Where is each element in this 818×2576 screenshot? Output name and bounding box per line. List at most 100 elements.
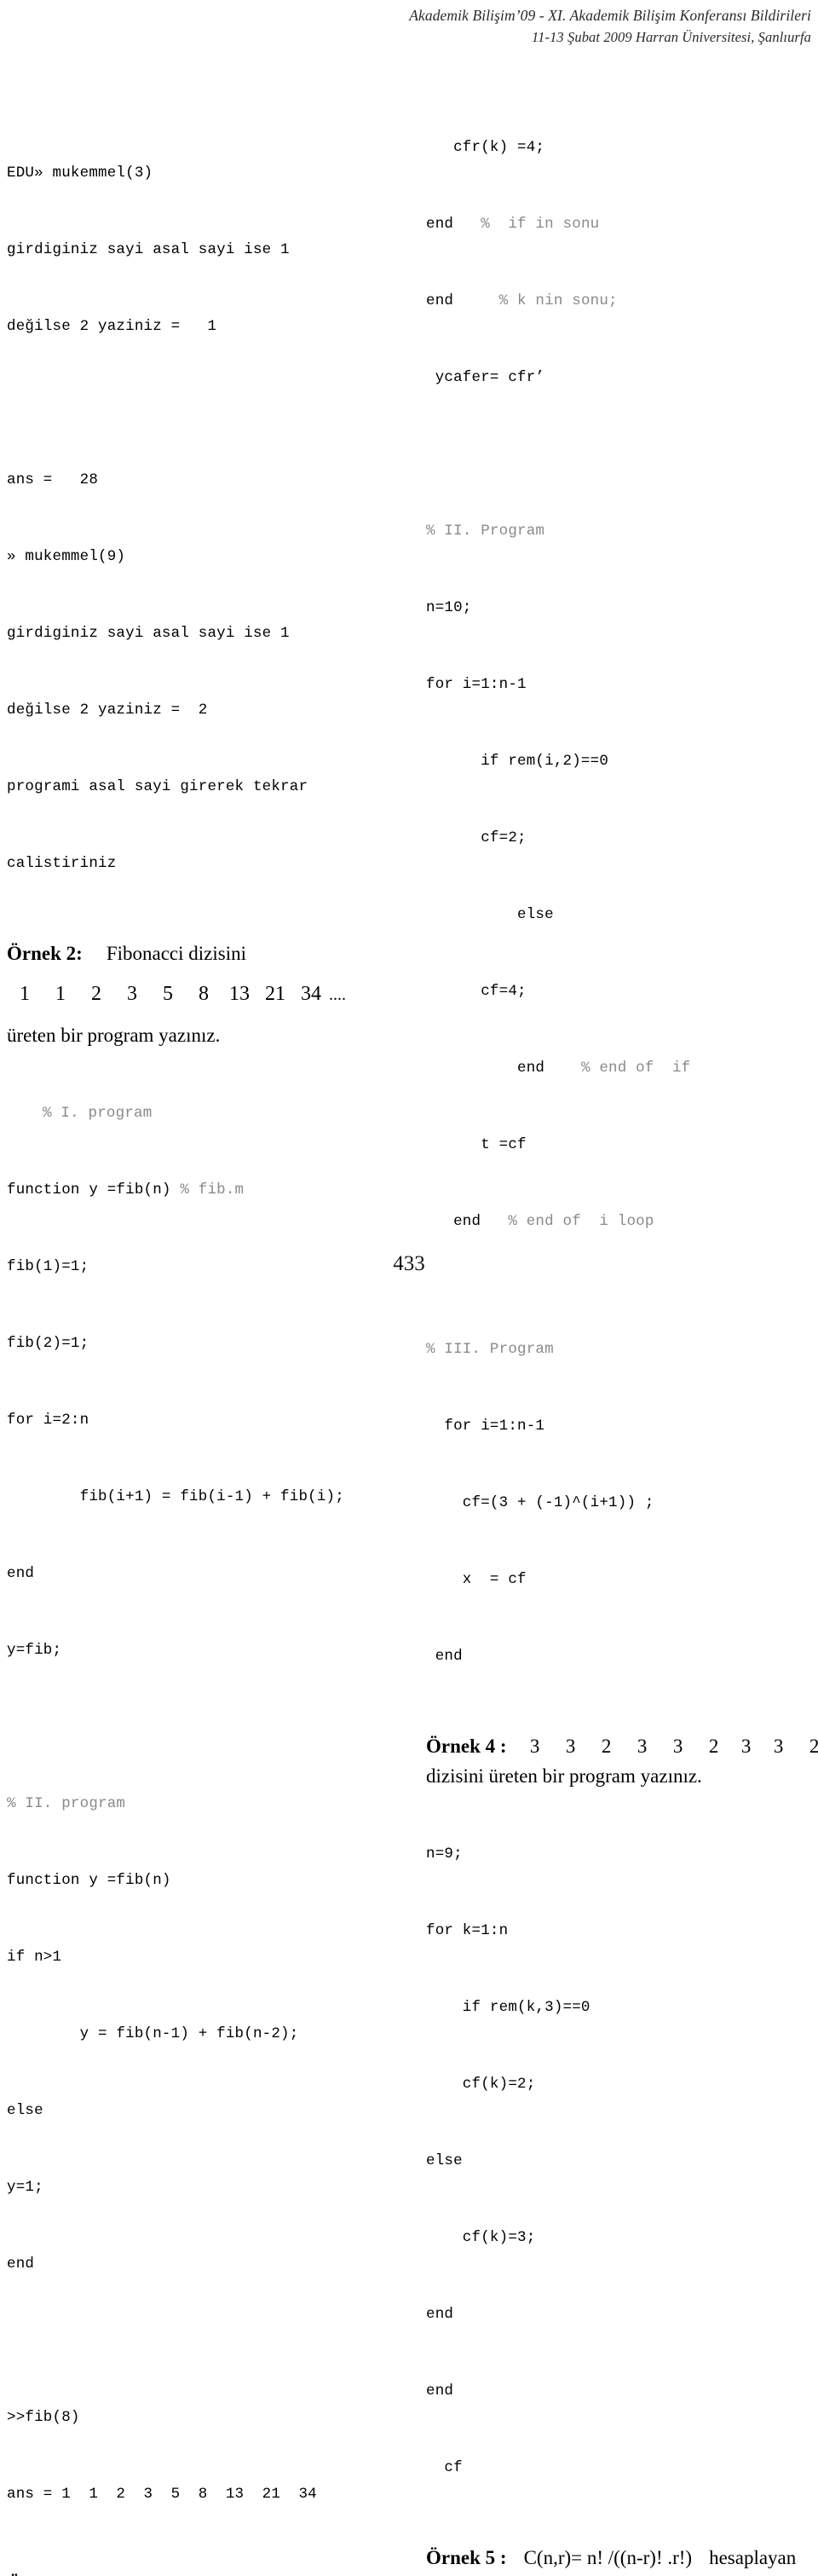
seq-value: 4 <box>170 2570 205 2576</box>
code-line: end <box>7 1565 35 1582</box>
code-line: for i=2:n <box>7 1412 89 1429</box>
code-line: else <box>426 2152 463 2169</box>
code-line: ans = 28 <box>7 471 99 488</box>
seq-value: 2 <box>601 1736 612 1757</box>
code-line: n=9; <box>426 1845 463 1863</box>
seq-tail: .... <box>329 985 346 1004</box>
seq-value: 3 <box>672 1736 683 1757</box>
code-comment: % III. Program <box>426 1341 554 1358</box>
seq-value: 3 <box>773 1736 784 1757</box>
code-line: EDU» mukemmel(3) <box>7 165 153 182</box>
code-line: function y =fib(n) <box>7 1872 171 1889</box>
seq-value: 34 <box>301 983 321 1005</box>
code-line: x = cf <box>426 1571 527 1588</box>
page-columns: EDU» mukemmel(3) girdiginiz sayi asal sa… <box>0 109 818 2576</box>
code-line: cfr(k) =4; <box>426 139 545 156</box>
code-line: for k=1:n <box>426 1922 509 1939</box>
code-line: ycafer= cfr’ <box>426 369 545 386</box>
seq-value: 2 <box>349 2570 384 2576</box>
code-line: değilse 2 yaziniz = 2 <box>7 702 208 719</box>
code-line: cf(k)=2; <box>426 2076 536 2093</box>
code-comment: % II. program <box>7 1795 126 1812</box>
code-line: else <box>7 2102 43 2119</box>
code-line: cf=2; <box>426 829 527 846</box>
seq-value: 2 <box>277 2570 313 2576</box>
code-line: y=fib; <box>7 1642 62 1659</box>
seq-value: 3 <box>565 1736 576 1757</box>
code-line: end <box>426 1648 463 1665</box>
code-line: end % k nin sonu; <box>426 288 818 314</box>
ornek-2-sequence: 1 1 2 3 5 8 13 21 34.... <box>7 979 399 1009</box>
code-line: t =cf <box>426 1136 527 1153</box>
code-line: ans = 1 1 2 3 5 8 13 21 34 <box>7 2486 317 2503</box>
ornek-4-subtitle: dizisini üreten bir program yazınız. <box>426 1765 702 1787</box>
code-line: girdiginiz sayi asal sayi ise 1 <box>7 241 290 258</box>
code-line: fib(2)=1; <box>7 1335 89 1352</box>
seq-value: 13 <box>229 983 250 1005</box>
code-line: cf=(3 + (-1)^(i+1)) ; <box>426 1494 654 1511</box>
console-block-1: EDU» mukemmel(3) girdiginiz sayi asal sa… <box>7 109 399 390</box>
ornek-5-label: Örnek 5 : <box>426 2547 507 2568</box>
ornek-5-heading: Örnek 5 : C(n,r)= n! /((n-r)! .r!) hesapla… <box>426 2544 818 2572</box>
code-text: end <box>426 292 499 309</box>
code-comment: % if in sonu <box>481 216 600 233</box>
ornek-4-label: Örnek 4 : <box>426 1736 507 1757</box>
code-line: end % end of if <box>426 1055 818 1081</box>
header-line-2: 11-13 Şubat 2009 Harran Üniversitesi, Şa… <box>532 29 811 45</box>
seq-value: 2 <box>134 2570 170 2576</box>
code-line: cf <box>426 2459 463 2476</box>
code-line: for i=1:n-1 <box>426 1418 545 1435</box>
seq-value: 3 <box>637 1736 648 1757</box>
code-line: if rem(k,3)==0 <box>426 1999 590 2016</box>
code-line: değilse 2 yaziniz = 1 <box>7 318 217 335</box>
seq-value: 4 <box>384 2570 420 2576</box>
ornek-2-heading: Örnek 2: Fibonacci dizisini <box>7 939 399 967</box>
ornek-3-label: Örnek 3 : <box>7 2573 88 2576</box>
code-comment: % I. program <box>43 1105 153 1122</box>
seq-value: 2 <box>708 1736 719 1757</box>
continued-program-block: cfr(k) =4; end % if in sonu end % k nin … <box>426 84 818 442</box>
code-line: y=1; <box>7 2179 43 2196</box>
code-line: end <box>426 2306 454 2323</box>
code-comment: % fib.m <box>180 1181 245 1198</box>
seq-value: 2 <box>91 983 101 1005</box>
code-line: >>fib(8) <box>7 2409 80 2426</box>
seq-value: 3 <box>529 1736 540 1757</box>
program-3-block: % III. Program for i=1:n-1 cf=(3 + (-1)^… <box>426 1285 818 1720</box>
ornek-2-subtitle: üreten bir program yazınız. <box>7 1025 221 1046</box>
code-line: calistiriniz <box>7 855 117 872</box>
code-line: programi asal sayi girerek tekrar <box>7 778 308 795</box>
ornek-2-title: Fibonacci dizisini <box>106 943 246 964</box>
code-line: cf=4; <box>426 983 527 1000</box>
ornek-4-heading: Örnek 4 :332332332.... <box>426 1732 818 1762</box>
fib-program-1: % I. program function y =fib(n) % fib.m … <box>7 1049 399 1714</box>
code-line: y = fib(n-1) + fib(n-2); <box>7 2025 299 2042</box>
seq-value: 3 <box>740 1736 752 1757</box>
code-line: n=10; <box>426 599 472 616</box>
code-line: for i=1:n-1 <box>426 676 527 693</box>
code-line: if rem(i,2)==0 <box>426 753 609 770</box>
right-column: cfr(k) =4; end % if in sonu end % k nin … <box>426 109 818 2576</box>
code-text: function y =fib(n) <box>7 1181 171 1198</box>
code-line: fib(i+1) = fib(i-1) + fib(i); <box>7 1488 344 1505</box>
seq-value: 1 <box>20 983 30 1005</box>
code-line: girdiginiz sayi asal sayi ise 1 <box>7 625 290 642</box>
seq-value: 5 <box>163 983 173 1005</box>
code-line: » mukemmel(9) <box>7 548 126 565</box>
fib-output-block: >>fib(8) ans = 1 1 2 3 5 8 13 21 34 <box>7 2354 399 2558</box>
code-comment: % II. Program <box>426 523 545 540</box>
seq-value: 1 <box>55 983 66 1005</box>
seq-value: 4 <box>98 2570 134 2576</box>
header-line-1: Akademik Bilişim’09 - XI. Akademik Biliş… <box>409 7 811 24</box>
seq-value: 8 <box>199 983 209 1005</box>
page-number: 433 <box>393 1252 425 1275</box>
program-2-block: % II. Program n=10; for i=1:n-1 if rem(i… <box>426 467 818 1285</box>
ornek-4-program: n=9; for k=1:n if rem(k,3)==0 cf(k)=2; e… <box>426 1790 818 2532</box>
